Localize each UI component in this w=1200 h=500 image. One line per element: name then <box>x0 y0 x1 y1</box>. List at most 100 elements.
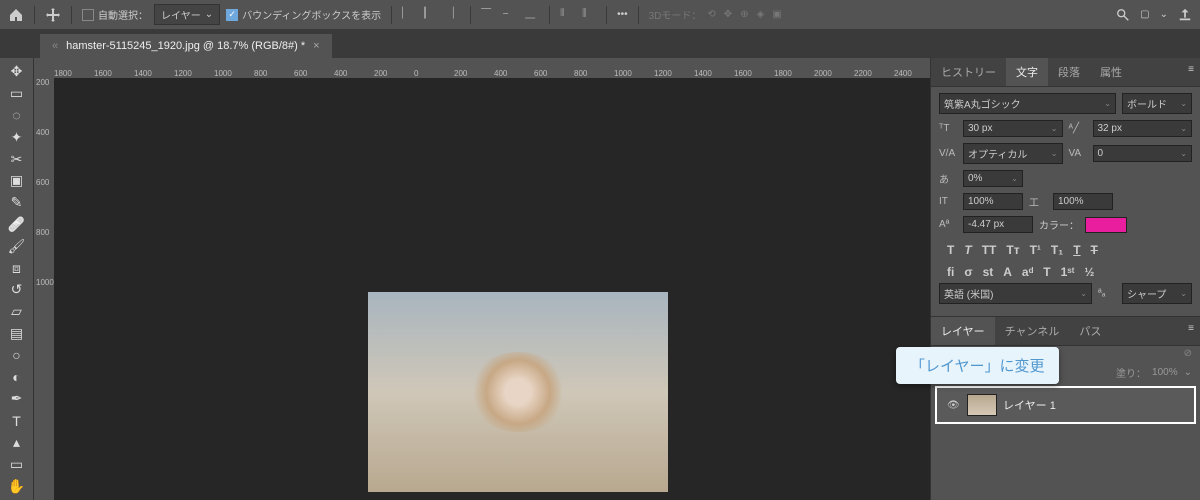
pen-tool[interactable]: ✒ <box>4 389 30 409</box>
canvas-area[interactable]: 1800160014001200100080060040020002004006… <box>34 58 930 500</box>
orbit-icon[interactable]: ⟲ <box>707 9 715 20</box>
tracking-field[interactable]: 0⌄ <box>1093 145 1193 162</box>
workspace-icon[interactable]: ▢ <box>1140 9 1149 20</box>
document-canvas[interactable] <box>368 292 668 492</box>
layers-menu-icon[interactable]: ≡ <box>1182 317 1200 345</box>
smallcaps-button[interactable]: Tᴛ <box>1006 243 1019 257</box>
oldstyle-button[interactable]: σ <box>964 265 972 279</box>
fraction-button[interactable]: 1ˢᵗ <box>1061 265 1075 279</box>
italic-button[interactable]: T <box>964 243 971 257</box>
layer-thumbnail[interactable] <box>967 394 997 416</box>
path-select-tool[interactable]: ▴ <box>4 433 30 453</box>
language-dropdown[interactable]: 英語 (米国)⌄ <box>939 283 1092 304</box>
scale-field[interactable]: 0%⌄ <box>963 170 1023 187</box>
align-top-icon[interactable]: ⎺ <box>481 8 495 22</box>
half-button[interactable]: ½ <box>1084 265 1094 279</box>
layer-row[interactable]: 👁 レイヤー 1 <box>937 388 1194 422</box>
fill-value[interactable]: 100% <box>1152 367 1178 378</box>
tab-paragraph[interactable]: 段落 <box>1048 58 1090 86</box>
eyedropper-tool[interactable]: ✎ <box>4 193 30 213</box>
antialias-dropdown[interactable]: シャープ⌄ <box>1122 283 1192 304</box>
stamp-tool[interactable]: ⧈ <box>4 258 30 278</box>
titling-button[interactable]: A <box>1003 265 1012 279</box>
blur-tool[interactable]: ○ <box>4 345 30 365</box>
bold-button[interactable]: T <box>947 243 954 257</box>
history-brush-tool[interactable]: ↺ <box>4 280 30 300</box>
tab-channels[interactable]: チャンネル <box>995 317 1070 345</box>
align-center-v-icon[interactable]: ⎯ <box>503 8 517 22</box>
distribute-group: ⫴ ⫼ <box>560 8 596 22</box>
distribute-v-icon[interactable]: ⫼ <box>582 8 596 22</box>
font-size-field[interactable]: 30 px⌄ <box>963 120 1063 137</box>
healing-tool[interactable]: 🩹 <box>4 215 30 235</box>
gradient-tool[interactable]: ▤ <box>4 324 30 344</box>
camera-icon[interactable]: ▣ <box>772 9 781 20</box>
walk-icon[interactable]: ◈ <box>757 9 765 20</box>
font-family-dropdown[interactable]: 筑紫A丸ゴシック⌄ <box>939 93 1116 114</box>
subscript-button[interactable]: T₁ <box>1051 243 1063 257</box>
type-tool[interactable]: T <box>4 411 30 431</box>
crop-tool[interactable]: ✂ <box>4 149 30 169</box>
tab-properties[interactable]: 属性 <box>1090 58 1132 86</box>
strike-button[interactable]: T <box>1091 243 1098 257</box>
move-tool[interactable]: ✥ <box>4 62 30 82</box>
text-color-swatch[interactable] <box>1085 217 1127 233</box>
pan-icon[interactable]: ✥ <box>724 9 732 20</box>
allcaps-button[interactable]: TT <box>982 243 997 257</box>
frame-tool[interactable]: ▣ <box>4 171 30 191</box>
show-bounding-checkbox[interactable]: ✓ バウンディングボックスを表示 <box>226 7 381 22</box>
marquee-tool[interactable]: ▭ <box>4 84 30 104</box>
vscale-field[interactable]: 100% <box>963 193 1023 210</box>
superscript-button[interactable]: T¹ <box>1030 243 1041 257</box>
dolly-icon[interactable]: ⊕ <box>740 9 748 20</box>
filter-toggle-icon[interactable]: ⊘ <box>1184 348 1192 359</box>
align-right-icon[interactable]: ▕ <box>446 8 460 22</box>
hand-tool[interactable]: ✋ <box>4 476 30 496</box>
dodge-tool[interactable]: ◐ <box>4 367 30 387</box>
auto-select-label: 自動選択： <box>98 7 148 22</box>
wand-tool[interactable]: ✦ <box>4 127 30 147</box>
workspace-dropdown-icon[interactable]: ⌄ <box>1160 9 1168 20</box>
baseline-field[interactable]: -4.47 px <box>963 216 1033 233</box>
mode-3d-label: 3Dモード： <box>649 7 702 22</box>
leading-field[interactable]: 32 px⌄ <box>1093 120 1193 137</box>
brush-tool[interactable]: 🖌 <box>4 236 30 256</box>
more-options-icon[interactable]: ••• <box>617 9 628 20</box>
stylistic-button[interactable]: st <box>983 265 994 279</box>
checkbox-checked-icon: ✓ <box>226 9 238 21</box>
auto-select-target-dropdown[interactable]: レイヤー ⌄ <box>154 4 220 25</box>
align-bottom-icon[interactable]: ⎽ <box>525 8 539 22</box>
auto-select-checkbox[interactable]: 自動選択： <box>82 7 148 22</box>
panel-menu-icon[interactable]: ≡ <box>1182 58 1200 86</box>
chevron-down-icon: ⌄ <box>1184 367 1192 378</box>
close-tab-icon[interactable]: × <box>313 40 319 52</box>
align-center-h-icon[interactable]: ▎ <box>424 8 438 22</box>
ruler-vertical: 2004006008001000 <box>34 78 54 500</box>
distribute-h-icon[interactable]: ⫴ <box>560 8 574 22</box>
ordinal-button[interactable]: aᵈ <box>1022 265 1033 279</box>
kerning-field[interactable]: オプティカル⌄ <box>963 143 1063 164</box>
align-left-icon[interactable]: ▏ <box>402 8 416 22</box>
font-style-dropdown[interactable]: ボールド⌄ <box>1122 93 1192 114</box>
shape-tool[interactable]: ▭ <box>4 454 30 474</box>
lasso-tool[interactable]: ◌ <box>4 106 30 126</box>
tab-history[interactable]: ヒストリー <box>931 58 1006 86</box>
align-h-group: ▏ ▎ ▕ <box>402 8 460 22</box>
panel-tabs-top: ヒストリー 文字 段落 属性 ≡ <box>931 58 1200 87</box>
eraser-tool[interactable]: ▱ <box>4 302 30 322</box>
search-icon[interactable] <box>1116 8 1130 22</box>
tab-character[interactable]: 文字 <box>1006 58 1048 86</box>
move-tool-icon[interactable] <box>45 7 61 23</box>
swash-button[interactable]: T <box>1043 265 1050 279</box>
visibility-icon[interactable]: 👁 <box>947 400 961 411</box>
tab-paths[interactable]: パス <box>1069 317 1111 345</box>
chevron-icon: « <box>52 40 58 52</box>
document-tab[interactable]: « hamster-5115245_1920.jpg @ 18.7% (RGB/… <box>40 34 332 58</box>
hscale-field[interactable]: 100% <box>1053 193 1113 210</box>
underline-button[interactable]: T <box>1073 243 1080 257</box>
layer-name[interactable]: レイヤー 1 <box>1003 397 1056 413</box>
share-icon[interactable] <box>1178 8 1192 22</box>
tab-layers[interactable]: レイヤー <box>931 317 995 345</box>
ligature-button[interactable]: fi <box>947 265 954 279</box>
home-icon[interactable] <box>8 7 24 23</box>
